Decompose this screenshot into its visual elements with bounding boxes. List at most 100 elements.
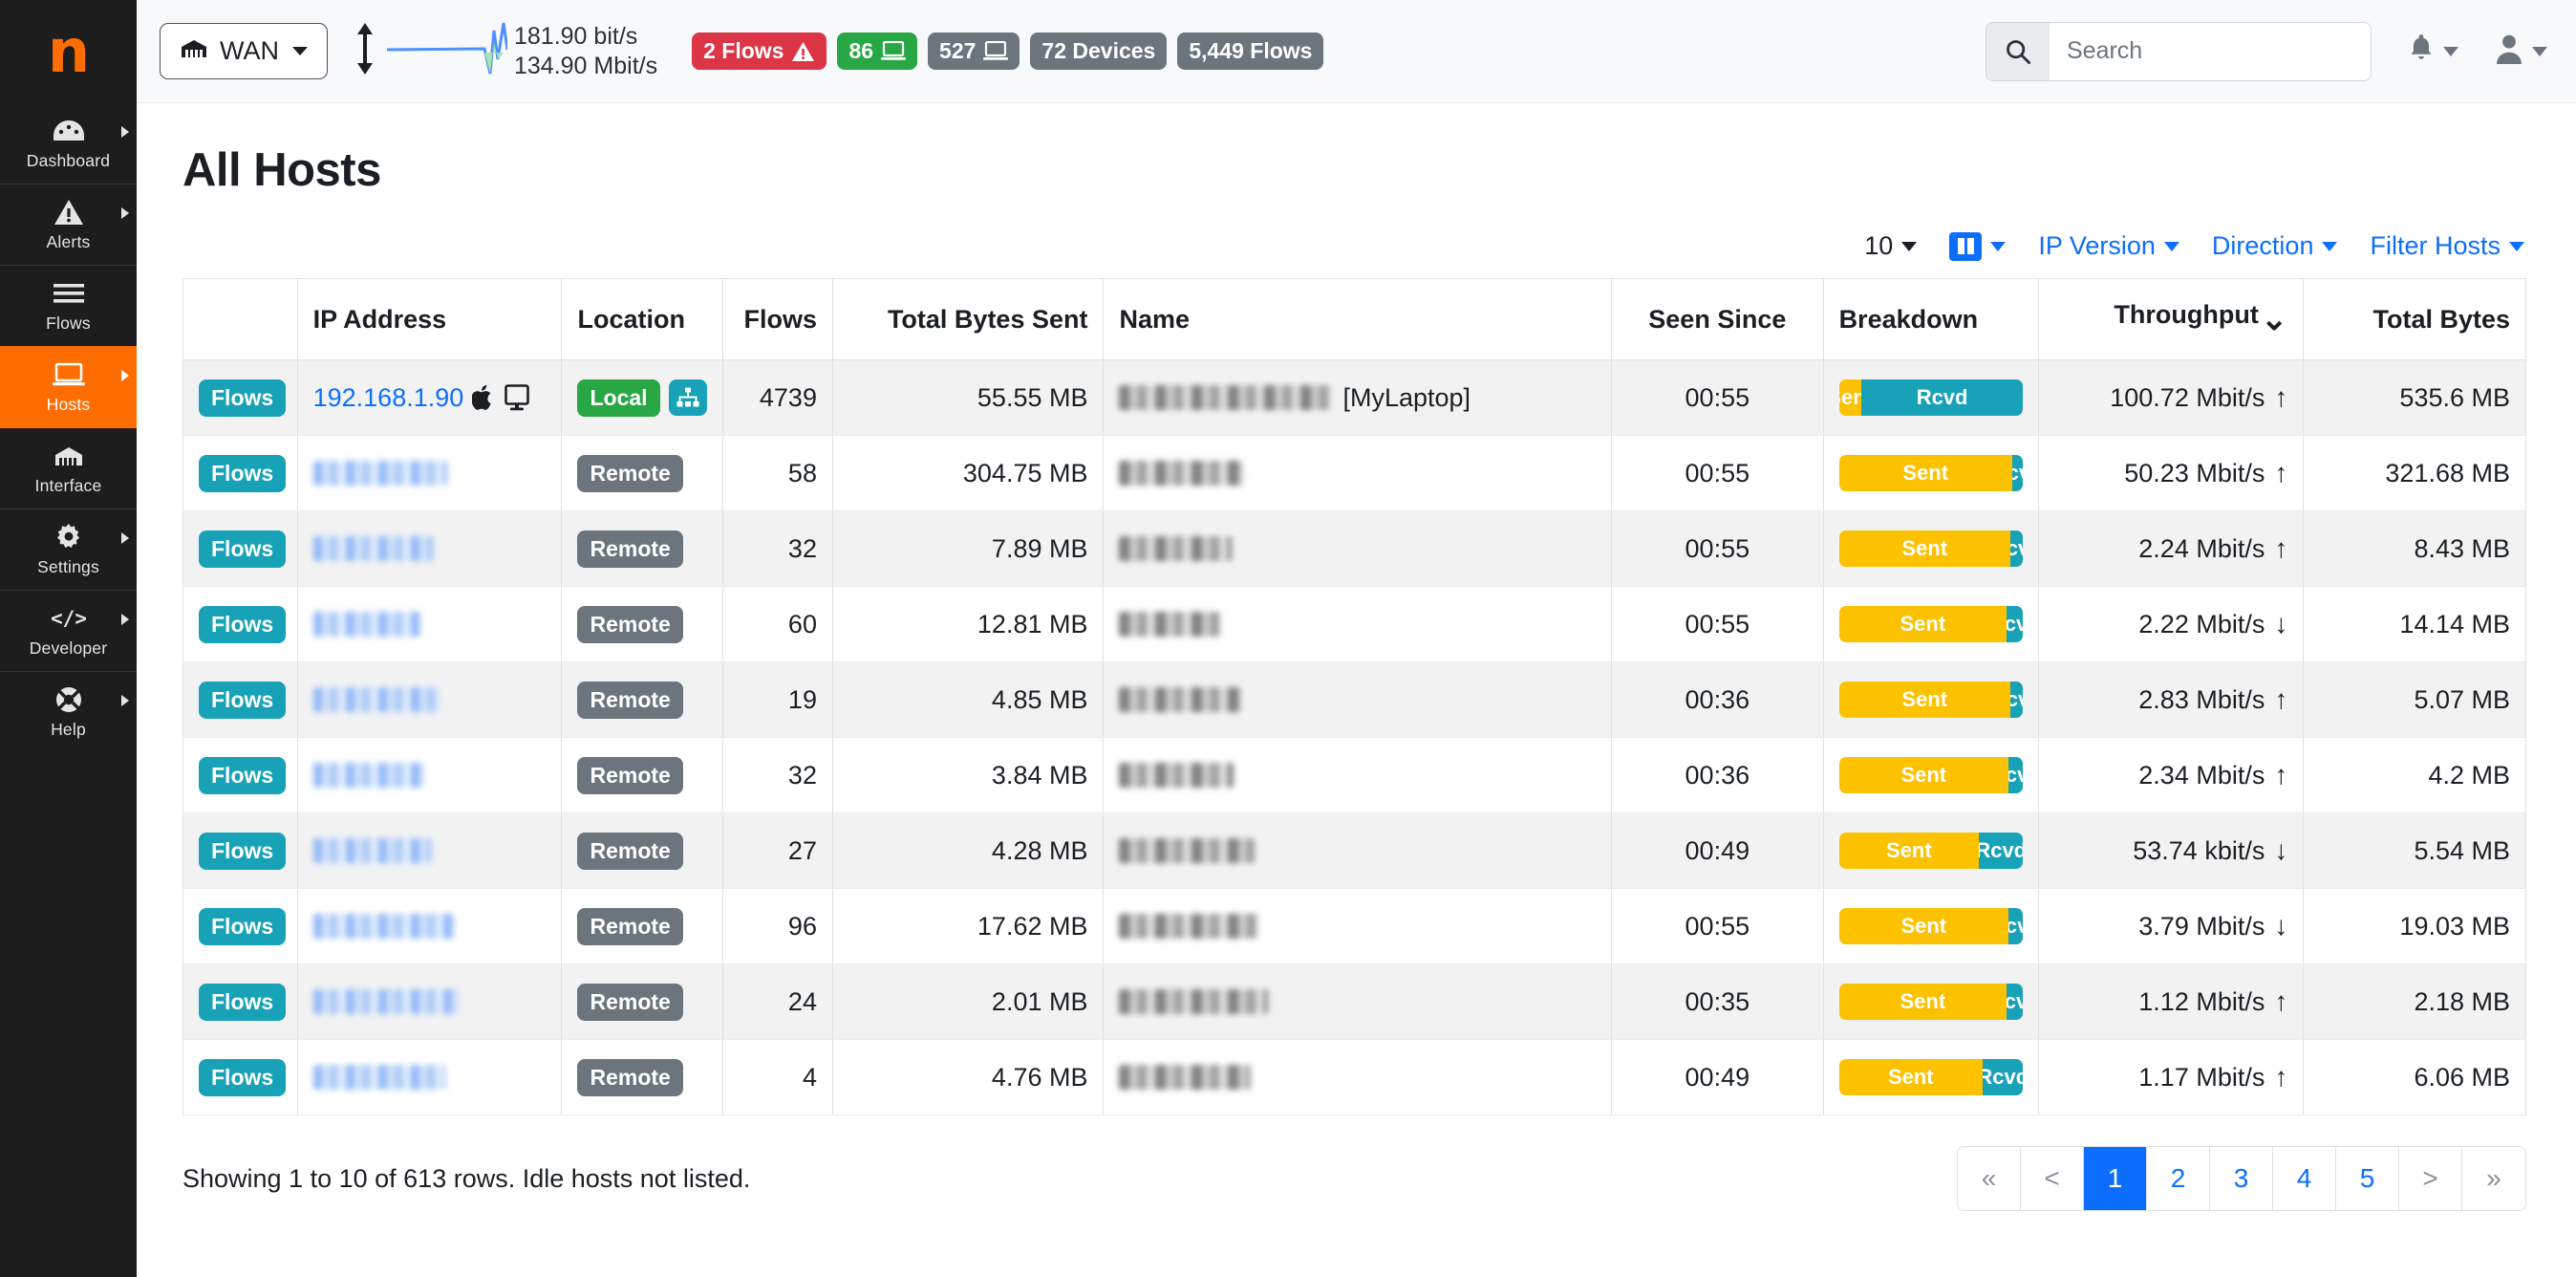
column-header-throughput[interactable]: Throughput⌄: [2038, 278, 2305, 360]
column-header-name[interactable]: Name: [1103, 278, 1613, 360]
breakdown-bar[interactable]: SentRcvd: [1838, 984, 2024, 1020]
column-header-actions[interactable]: [182, 278, 298, 360]
columns-selector[interactable]: [1949, 231, 2007, 261]
flows-button[interactable]: Flows: [199, 1058, 287, 1096]
column-header-breakdown[interactable]: Breakdown: [1822, 278, 2040, 360]
column-header-total_bytes_sent[interactable]: Total Bytes Sent: [831, 278, 1105, 360]
bell-icon: [2408, 33, 2435, 69]
status-badge[interactable]: 72 Devices: [1030, 32, 1168, 70]
flows-button[interactable]: Flows: [199, 379, 287, 417]
column-header-location[interactable]: Location: [561, 278, 723, 360]
column-header-label: IP Address: [312, 304, 447, 334]
status-badge[interactable]: 86: [837, 32, 918, 70]
table-row: Flows Remote 242.01 MB 00:35 SentRcvd 1.12 Mb…: [182, 963, 2526, 1040]
breakdown-sent-segment: Sent: [1838, 455, 2012, 491]
pagination-page-1[interactable]: 1: [2084, 1147, 2147, 1210]
direction-filter[interactable]: Direction: [2212, 231, 2338, 261]
cell-flows: 19: [721, 661, 833, 738]
cell-actions: Flows: [182, 737, 298, 813]
pagination-page-4[interactable]: 4: [2273, 1147, 2336, 1210]
breakdown-bar[interactable]: SentRcvd: [1838, 530, 2024, 567]
sidebar-item-hosts[interactable]: Hosts: [0, 346, 137, 427]
status-badge[interactable]: 5,449 Flows: [1177, 32, 1324, 70]
pagination-last[interactable]: »: [2462, 1147, 2525, 1210]
sidebar-item-help[interactable]: Help: [0, 671, 137, 752]
search-input[interactable]: [2050, 22, 2371, 80]
cell-location: Remote: [561, 510, 723, 587]
breakdown-bar[interactable]: SentRcvd: [1838, 682, 2024, 718]
sidebar-item-flows[interactable]: Flows: [0, 265, 137, 346]
location-badge[interactable]: Remote: [577, 1058, 683, 1096]
column-header-seen_since[interactable]: Seen Since: [1611, 278, 1824, 360]
flows-button[interactable]: Flows: [199, 605, 287, 643]
flows-button[interactable]: Flows: [199, 983, 287, 1021]
breakdown-bar[interactable]: SentRcvd: [1838, 757, 2024, 793]
location-badge[interactable]: Remote: [577, 454, 683, 492]
location-badge[interactable]: Remote: [577, 983, 683, 1021]
redacted-ip-address[interactable]: [312, 914, 455, 939]
breakdown-bar[interactable]: SentRcvd: [1838, 379, 2024, 416]
redacted-ip-address[interactable]: [312, 687, 441, 712]
interface-selector[interactable]: WAN: [160, 23, 328, 79]
page-size-selector[interactable]: 10: [1864, 231, 1918, 261]
pagination-first[interactable]: «: [1958, 1147, 2021, 1210]
breakdown-bar[interactable]: SentRcvd: [1838, 908, 2024, 944]
cell-throughput: 100.72 Mbit/s ↑: [2038, 359, 2305, 436]
status-badge[interactable]: 527: [928, 32, 1020, 70]
search-icon[interactable]: [1986, 22, 2050, 80]
redacted-ip-address[interactable]: [312, 461, 447, 486]
location-badge[interactable]: Remote: [577, 832, 683, 870]
ip-address-link[interactable]: 192.168.1.90: [313, 383, 464, 413]
ip-version-filter[interactable]: IP Version: [2038, 231, 2179, 261]
pagination-prev[interactable]: <: [2021, 1147, 2084, 1210]
user-menu[interactable]: [2495, 33, 2547, 69]
notifications-menu[interactable]: [2408, 33, 2458, 69]
redacted-ip-address[interactable]: [312, 612, 420, 637]
column-header-flows[interactable]: Flows: [721, 278, 833, 360]
location-badge[interactable]: Remote: [577, 681, 683, 719]
flows-button[interactable]: Flows: [199, 454, 287, 492]
location-badge[interactable]: Remote: [577, 530, 683, 568]
redacted-ip-address[interactable]: [312, 763, 424, 788]
filter-hosts-dropdown[interactable]: Filter Hosts: [2370, 231, 2524, 261]
column-header-ip[interactable]: IP Address: [296, 278, 563, 360]
location-badge[interactable]: Local: [577, 379, 660, 417]
flows-button[interactable]: Flows: [199, 681, 287, 719]
cell-actions: Flows: [182, 963, 298, 1040]
flows-button[interactable]: Flows: [199, 756, 287, 794]
location-badge[interactable]: Remote: [577, 907, 683, 945]
pagination-page-3[interactable]: 3: [2210, 1147, 2273, 1210]
redacted-ip-address[interactable]: [312, 1065, 445, 1090]
flows-button[interactable]: Flows: [199, 530, 287, 568]
flows-button[interactable]: Flows: [199, 907, 287, 945]
redacted-ip-address[interactable]: [312, 838, 432, 863]
breakdown-bar[interactable]: SentRcvd: [1838, 833, 2024, 869]
pagination-page-2[interactable]: 2: [2147, 1147, 2210, 1210]
up-down-arrow-icon: [353, 21, 377, 81]
sidebar-item-settings[interactable]: Settings: [0, 509, 137, 590]
breakdown-bar[interactable]: SentRcvd: [1838, 1059, 2024, 1095]
redacted-ip-address[interactable]: [312, 989, 459, 1014]
column-header-total_bytes[interactable]: Total Bytes: [2303, 278, 2526, 360]
status-badge[interactable]: 2 Flows: [692, 32, 827, 70]
sidebar-item-interface[interactable]: Interface: [0, 427, 137, 509]
throughput-value: 2.24 Mbit/s: [2138, 533, 2265, 563]
column-header-label: Throughput: [2114, 300, 2259, 329]
location-badge[interactable]: Remote: [577, 756, 683, 794]
cell-flows: 32: [721, 737, 833, 813]
pagination-next[interactable]: >: [2399, 1147, 2462, 1210]
sidebar-item-developer[interactable]: </> Developer: [0, 590, 137, 671]
ntopng-logo[interactable]: n: [0, 0, 137, 103]
sidebar-item-dashboard[interactable]: Dashboard: [0, 103, 137, 184]
flows-button[interactable]: Flows: [199, 832, 287, 870]
pagination-page-5[interactable]: 5: [2336, 1147, 2399, 1210]
network-icon[interactable]: [668, 379, 707, 416]
arrow-down-icon: ↓: [2274, 911, 2288, 941]
redacted-ip-address[interactable]: [312, 536, 434, 561]
location-badge[interactable]: Remote: [577, 605, 683, 643]
sidebar-item-alerts[interactable]: Alerts: [0, 184, 137, 265]
breakdown-bar[interactable]: SentRcvd: [1838, 606, 2024, 642]
cell-actions: Flows: [182, 888, 298, 964]
breakdown-sent-segment: Sent: [1838, 908, 2009, 944]
breakdown-bar[interactable]: SentRcvd: [1838, 455, 2024, 491]
